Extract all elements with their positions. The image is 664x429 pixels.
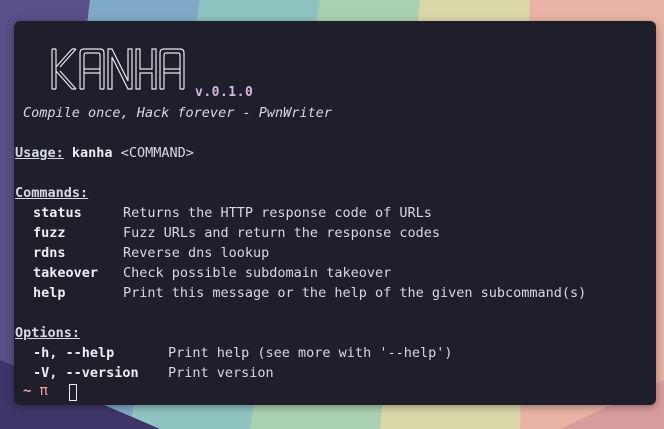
option-desc: Print help (see more with '--help') bbox=[168, 345, 453, 361]
usage-heading: Usage: bbox=[15, 145, 64, 161]
version-label: v.0.1.0 bbox=[195, 85, 254, 100]
command-name: rdns bbox=[33, 245, 66, 261]
kanha-logo bbox=[51, 48, 185, 90]
command-desc: Fuzz URLs and return the response codes bbox=[123, 225, 440, 241]
command-desc: Print this message or the help of the gi… bbox=[123, 285, 587, 301]
command-name: status bbox=[33, 205, 82, 221]
command-desc: Returns the HTTP response code of URLs bbox=[123, 205, 432, 221]
terminal-window[interactable]: v.0.1.0 Compile once, Hack forever - Pwn… bbox=[14, 21, 656, 405]
command-name: fuzz bbox=[33, 225, 66, 241]
command-name: takeover bbox=[33, 265, 99, 281]
options-heading: Options: bbox=[15, 325, 81, 341]
tagline-text: Compile once, Hack forever - PwnWriter bbox=[23, 105, 332, 121]
prompt-tilde: ~ bbox=[23, 383, 32, 399]
command-desc: Check possible subdomain takeover bbox=[123, 265, 392, 281]
option-flag: -V, --version bbox=[33, 365, 139, 381]
terminal-cursor[interactable] bbox=[69, 384, 77, 401]
usage-line: Usage: kanha <COMMAND> bbox=[15, 143, 194, 163]
commands-heading: Commands: bbox=[15, 185, 89, 201]
usage-arg: <COMMAND> bbox=[120, 145, 194, 161]
usage-binary: kanha bbox=[71, 145, 113, 161]
shell-prompt: ~ π bbox=[23, 383, 48, 399]
prompt-symbol: π bbox=[39, 383, 48, 399]
option-desc: Print version bbox=[168, 365, 274, 381]
command-desc: Reverse dns lookup bbox=[123, 245, 270, 261]
command-name: help bbox=[33, 285, 66, 301]
option-flag: -h, --help bbox=[33, 345, 115, 361]
options-heading-line: Options: bbox=[15, 323, 80, 343]
commands-heading-line: Commands: bbox=[15, 183, 88, 203]
